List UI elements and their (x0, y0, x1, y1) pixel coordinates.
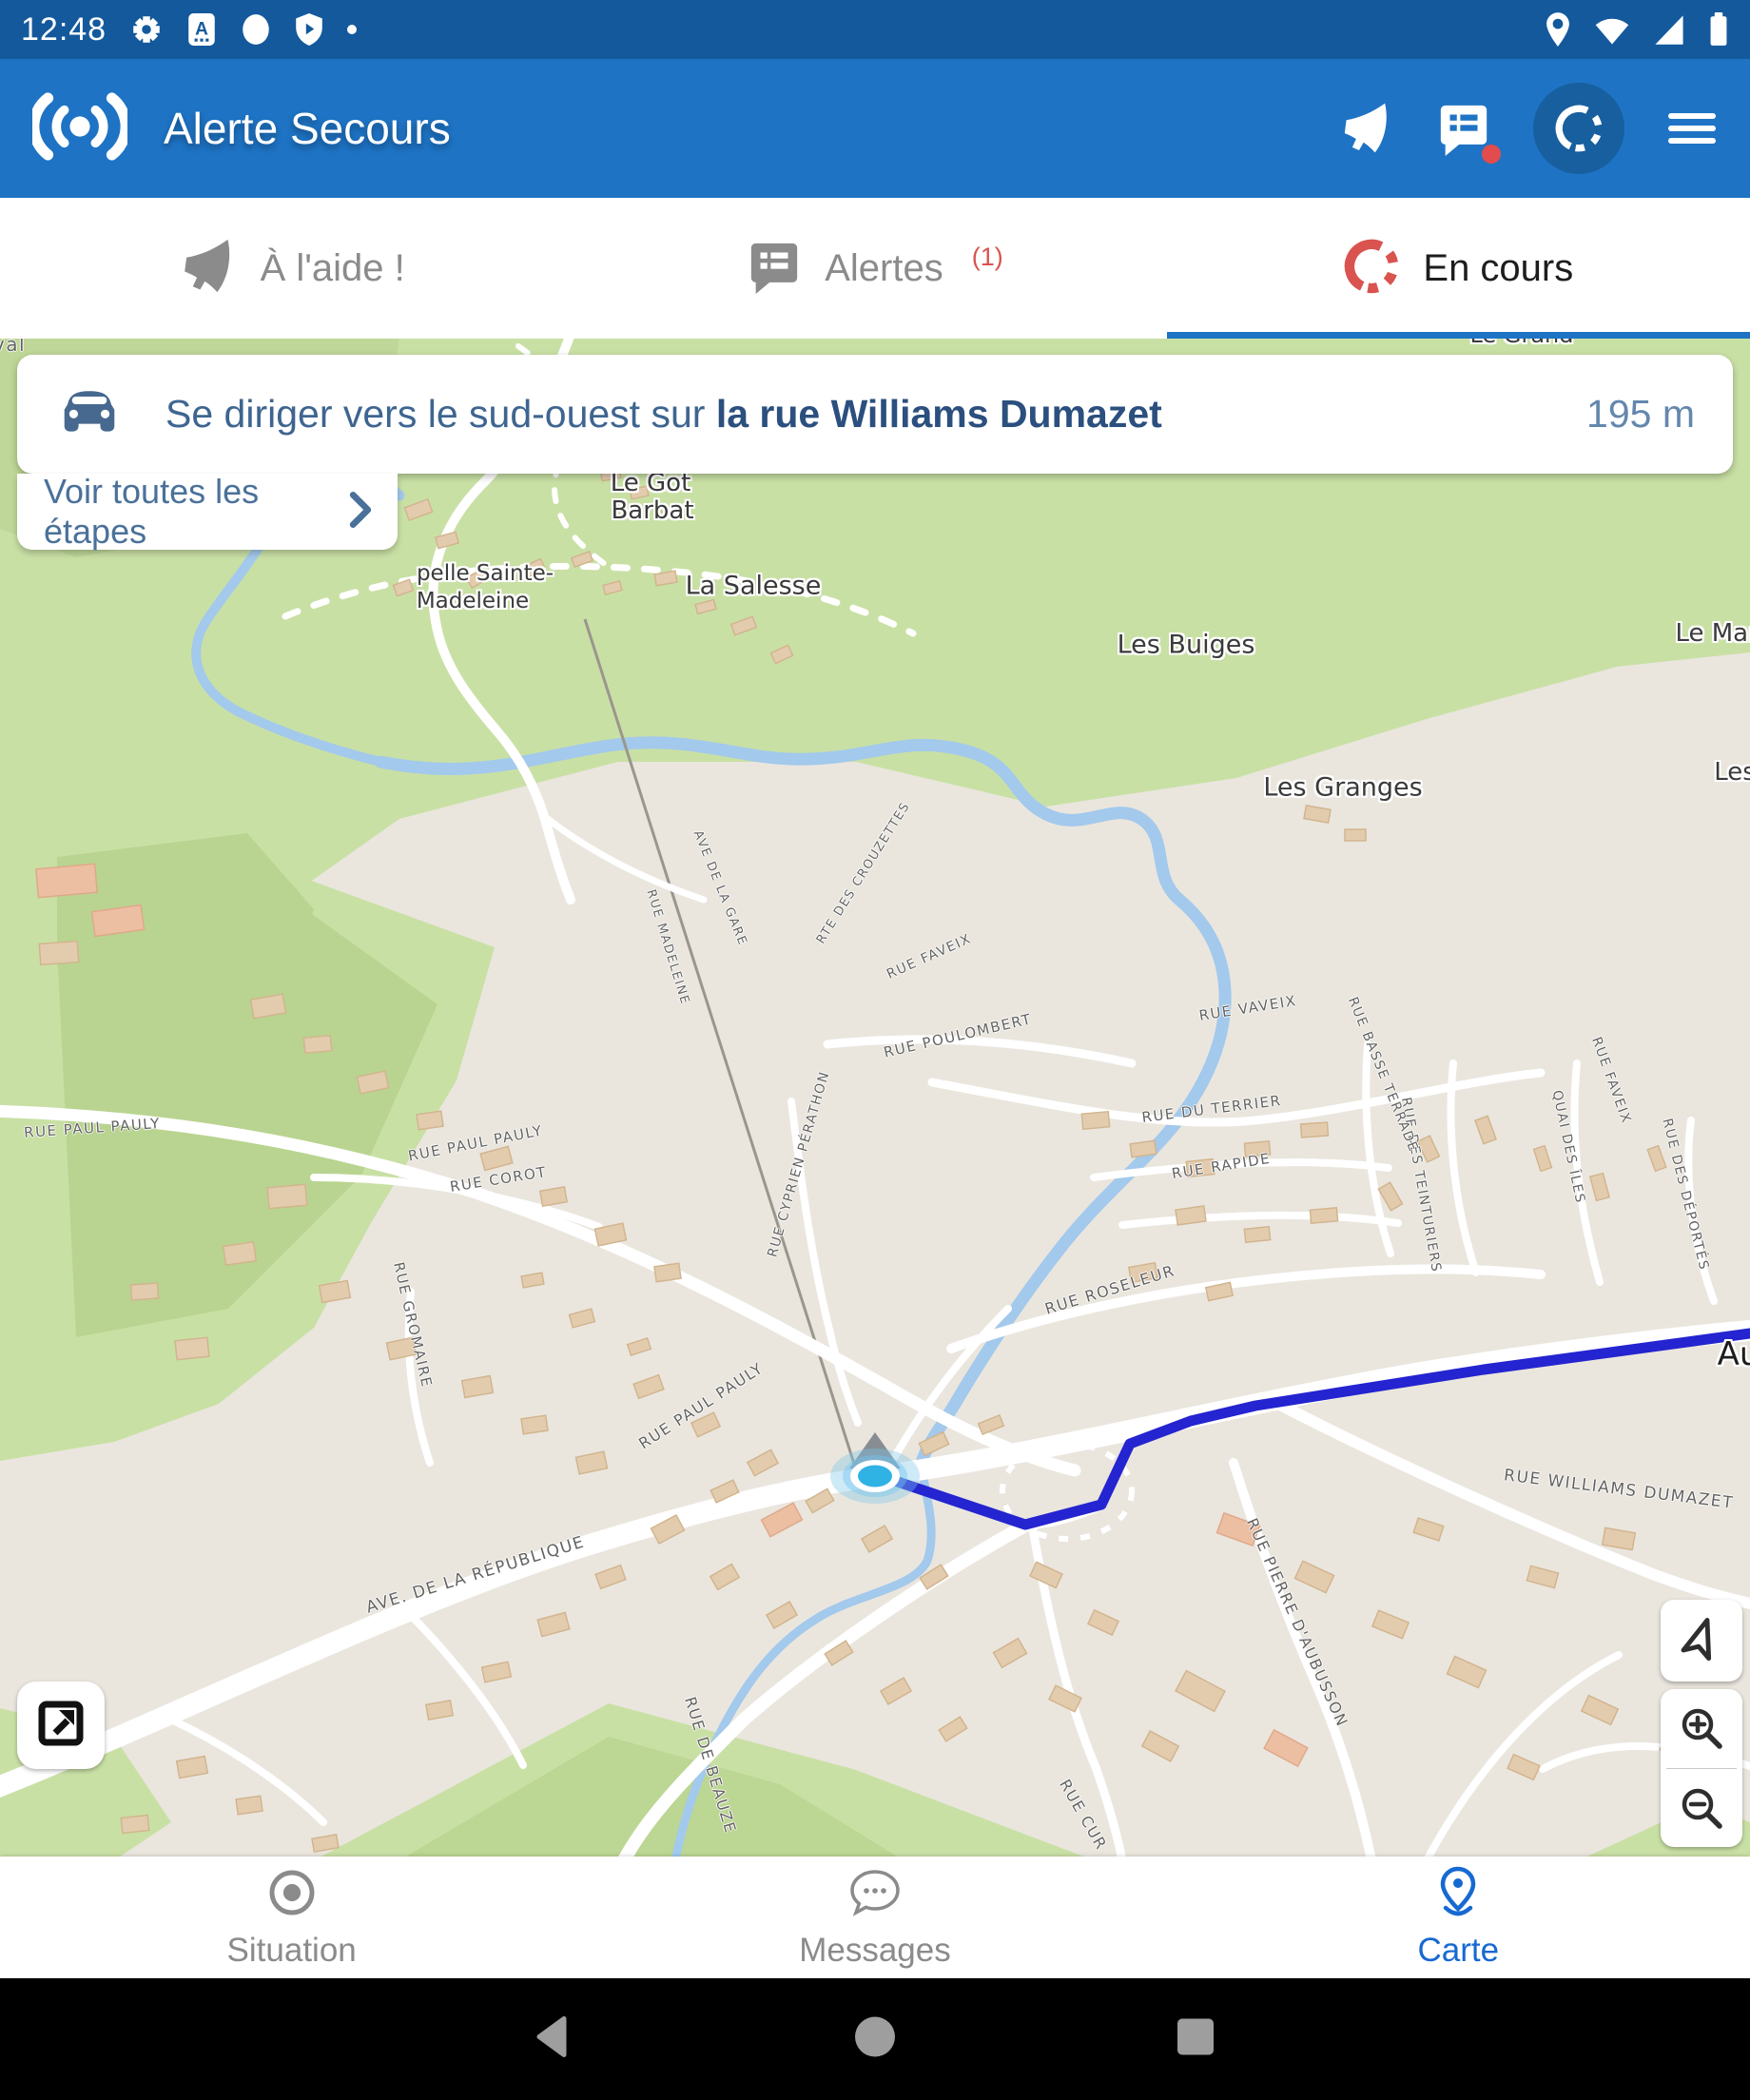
android-home-button[interactable] (850, 2012, 900, 2067)
status-time: 12:48 (21, 11, 107, 49)
app-title: Alerte Secours (164, 103, 1339, 154)
bottom-nav: Situation Messages Carte (0, 1857, 1750, 1978)
alerte-secours-logo-icon (32, 88, 127, 170)
tab-en-cours[interactable]: En cours (1167, 198, 1750, 339)
bottom-nav-situation[interactable]: Situation (0, 1857, 583, 1978)
unread-badge (1482, 145, 1501, 164)
megaphone-icon (179, 237, 238, 301)
wifi-icon (1594, 13, 1630, 46)
tab-label: En cours (1423, 247, 1573, 290)
android-navigation-bar (0, 1978, 1750, 2100)
tab-label: À l'aide ! (261, 247, 405, 290)
instruction-distance: 195 m (1586, 392, 1695, 437)
all-steps-button[interactable]: Voir toutes les étapes (17, 474, 398, 550)
bottom-nav-label: Carte (1418, 1932, 1500, 1970)
chat-bubble-icon (848, 1866, 902, 1924)
active-tab-underline (1167, 332, 1750, 339)
tab-bar: À l'aide ! Alertes (1) En cours (0, 198, 1750, 339)
menu-button[interactable] (1666, 107, 1718, 149)
status-dot-icon (346, 24, 358, 35)
alert-list-icon (747, 239, 802, 299)
progress-spinner-icon (1343, 238, 1400, 300)
location-status-icon (1545, 11, 1571, 48)
shield-play-icon (295, 12, 323, 47)
instruction-road-name: la rue Williams Dumazet (716, 392, 1162, 436)
chevron-right-icon (348, 492, 373, 533)
zoom-in-button[interactable] (1661, 1689, 1742, 1768)
ongoing-alert-button[interactable] (1533, 83, 1624, 174)
map-canvas (0, 339, 1750, 1857)
navigation-instruction-card[interactable]: Se diriger vers le sud-ouest sur la rue … (17, 355, 1733, 474)
cell-signal-icon (1653, 13, 1685, 46)
android-recents-button[interactable] (1171, 2012, 1220, 2067)
map-view[interactable]: Le GrandLa Salessepelle Sainte-Madeleine… (0, 339, 1750, 1857)
status-bar: 12:48 A (0, 0, 1750, 59)
announce-button[interactable] (1339, 101, 1394, 156)
svg-text:A: A (195, 19, 208, 39)
circle-notification-icon (240, 12, 272, 47)
bottom-nav-label: Situation (227, 1932, 357, 1970)
open-external-map-button[interactable] (17, 1682, 105, 1769)
recenter-button[interactable] (1661, 1600, 1742, 1682)
android-back-button[interactable] (530, 2012, 579, 2067)
bottom-nav-carte[interactable]: Carte (1167, 1857, 1750, 1978)
zoom-out-button[interactable] (1661, 1769, 1742, 1848)
map-pin-icon (1431, 1866, 1485, 1924)
zoom-controls (1661, 1689, 1742, 1847)
messages-button[interactable] (1436, 101, 1491, 156)
all-steps-label: Voir toutes les étapes (44, 472, 348, 552)
bottom-nav-label: Messages (799, 1932, 951, 1970)
bottom-nav-messages[interactable]: Messages (583, 1857, 1166, 1978)
battery-icon (1708, 11, 1729, 48)
navigation-arrow-icon (1675, 1612, 1728, 1670)
tab-alertes[interactable]: Alertes (1) (583, 198, 1166, 339)
situation-icon (265, 1866, 319, 1924)
car-icon (59, 387, 120, 441)
translate-app-icon: A (186, 12, 217, 47)
tab-a-laide[interactable]: À l'aide ! (0, 198, 583, 339)
tab-label: Alertes (825, 247, 943, 290)
gear-icon (129, 12, 164, 47)
instruction-text: Se diriger vers le sud-ouest sur la rue … (165, 392, 1586, 437)
app-screen: 12:48 A (0, 0, 1750, 2100)
tab-badge: (1) (972, 243, 1003, 272)
open-external-icon (32, 1695, 89, 1757)
app-bar: Alerte Secours (0, 59, 1750, 198)
